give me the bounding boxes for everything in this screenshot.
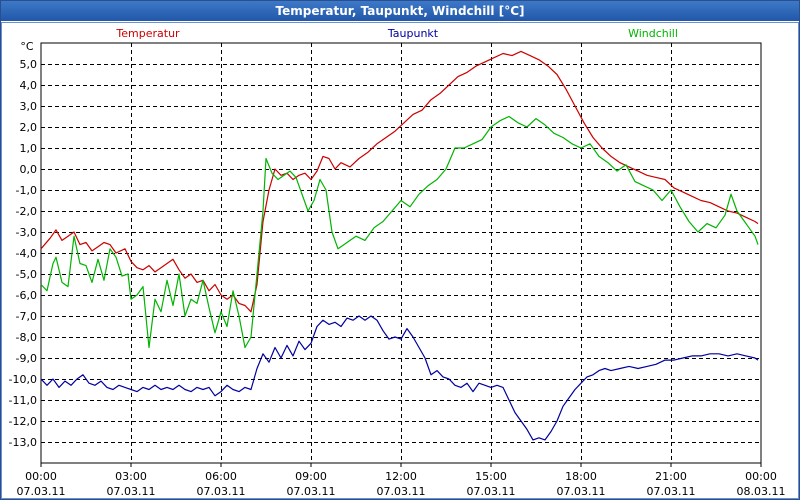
- x-tick-date: 07.03.11: [107, 485, 156, 498]
- legend-windchill: Windchill: [628, 27, 678, 40]
- series-group: [40, 50, 759, 441]
- y-tick-label: -13,0: [9, 436, 37, 449]
- x-tick-date: 07.03.11: [197, 485, 246, 498]
- y-tick-label: -6,0: [16, 289, 37, 302]
- x-tick-time: 15:00: [475, 470, 507, 483]
- x-tick-time: 21:00: [655, 470, 687, 483]
- y-tick-label: -10,0: [9, 373, 37, 386]
- legend-temperatur: Temperatur: [115, 27, 180, 40]
- x-tick-date: 07.03.11: [377, 485, 426, 498]
- legend: Temperatur Taupunkt Windchill: [115, 27, 678, 40]
- grid: [41, 43, 761, 463]
- legend-taupunkt: Taupunkt: [387, 27, 439, 40]
- x-tick-time: 09:00: [295, 470, 327, 483]
- y-tick-label: -7,0: [16, 310, 37, 323]
- x-tick-time: 18:00: [565, 470, 597, 483]
- line-chart: 5,0 4,0 3,0 2,0 1,0 0,0 -1,0 -2,0 -3,0 -4,0 -5,0 -6…: [9, 27, 786, 498]
- y-tick-label: 3,0: [20, 100, 38, 113]
- y-axis-label: °C: [20, 40, 34, 53]
- y-tick-label: -1,0: [16, 184, 37, 197]
- y-tick-label: -5,0: [16, 268, 37, 281]
- y-tick-label: 1,0: [20, 142, 38, 155]
- x-tick-time: 06:00: [205, 470, 237, 483]
- x-tick-time: 00:00: [25, 470, 57, 483]
- chart-window: Temperatur, Taupunkt, Windchill [°C] 5,0…: [0, 0, 800, 500]
- x-axis: 00:00 07.03.11 03:00 07.03.11 06:00 07.03.11 0…: [17, 463, 786, 498]
- y-tick-label: 2,0: [20, 121, 38, 134]
- y-axis: 5,0 4,0 3,0 2,0 1,0 0,0 -1,0 -2,0 -3,0 -4,0 -5,0 -6…: [9, 58, 37, 449]
- x-tick-date: 08.03.11: [737, 485, 786, 498]
- y-tick-label: 0,0: [20, 163, 38, 176]
- y-tick-label: -12,0: [9, 415, 37, 428]
- x-tick-time: 12:00: [385, 470, 417, 483]
- x-tick-date: 07.03.11: [287, 485, 336, 498]
- x-tick-time: 03:00: [115, 470, 147, 483]
- x-tick-date: 07.03.11: [557, 485, 606, 498]
- y-tick-label: -11,0: [9, 394, 37, 407]
- x-tick-date: 07.03.11: [467, 485, 516, 498]
- x-tick-date: 07.03.11: [17, 485, 66, 498]
- x-tick-date: 07.03.11: [647, 485, 696, 498]
- y-tick-label: -8,0: [16, 331, 37, 344]
- series-line-temperatur: [40, 50, 759, 313]
- y-tick-label: -2,0: [16, 205, 37, 218]
- x-tick-time: 00:00: [745, 470, 777, 483]
- y-tick-label: 5,0: [20, 58, 38, 71]
- y-tick-label: 4,0: [20, 79, 38, 92]
- y-tick-label: -9,0: [16, 352, 37, 365]
- y-tick-label: -4,0: [16, 247, 37, 260]
- y-tick-label: -3,0: [16, 226, 37, 239]
